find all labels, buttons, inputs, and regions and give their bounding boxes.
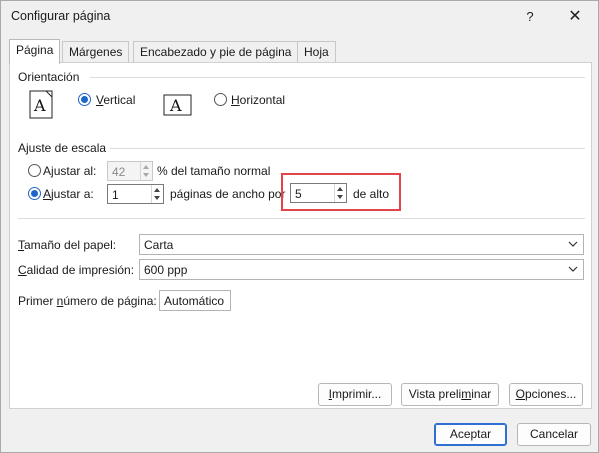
- adjust-to-suffix-label: % del tamaño normal: [157, 164, 271, 178]
- help-button[interactable]: ?: [516, 5, 544, 29]
- orientation-vertical-radio[interactable]: [78, 93, 91, 106]
- cancel-button[interactable]: Cancelar: [517, 423, 591, 446]
- first-page-number-value[interactable]: Automático: [164, 294, 224, 308]
- tab-panel: Orientación A Vertical A Horizontal Ajus…: [9, 62, 592, 409]
- pages-tall-label: de alto: [353, 187, 390, 201]
- print-quality-select[interactable]: 600 ppp: [139, 259, 584, 280]
- adjust-to-percent-value[interactable]: 42: [112, 165, 125, 179]
- title-bar: Configurar página ? ✕: [1, 1, 598, 33]
- scaling-group-label: Ajuste de escala: [18, 141, 107, 155]
- orientation-divider: [90, 77, 585, 78]
- dialog-title: Configurar página: [11, 9, 111, 23]
- pages-tall-value[interactable]: 5: [295, 187, 302, 201]
- close-button[interactable]: ✕: [561, 5, 589, 29]
- pages-wide-spin-arrows[interactable]: [151, 185, 163, 203]
- pages-wide-spinner[interactable]: 1: [107, 184, 164, 204]
- pages-wide-label: páginas de ancho por: [170, 187, 286, 201]
- tab-pagina[interactable]: Página: [9, 39, 61, 64]
- orientation-vertical-label[interactable]: Vertical: [96, 93, 135, 107]
- paper-size-label: Tamaño del papel:: [18, 238, 117, 252]
- orientation-horizontal-label[interactable]: Horizontal: [231, 93, 285, 107]
- pages-wide-value[interactable]: 1: [112, 188, 119, 202]
- print-preview-button[interactable]: Vista preliminar: [401, 383, 499, 406]
- print-quality-value[interactable]: 600 ppp: [144, 263, 187, 277]
- orientation-group-label: Orientación: [18, 70, 80, 84]
- tab-margenes[interactable]: Márgenes: [62, 41, 130, 63]
- scaling-divider: [110, 148, 585, 149]
- spin-down-icon[interactable]: [154, 196, 160, 200]
- tab-encabezado[interactable]: Encabezado y pie de página: [133, 41, 299, 63]
- tab-hoja[interactable]: Hoja: [297, 41, 336, 63]
- first-page-number-label: Primer número de página:: [18, 294, 157, 308]
- orientation-horizontal-radio[interactable]: [214, 93, 227, 106]
- chevron-down-icon[interactable]: [567, 238, 579, 250]
- pages-tall-spin-arrows[interactable]: [334, 184, 346, 202]
- spin-down-icon[interactable]: [143, 173, 149, 177]
- adjust-to-radio[interactable]: [28, 164, 41, 177]
- section-divider: [18, 218, 585, 219]
- fit-to-radio[interactable]: [28, 187, 41, 200]
- paper-size-value[interactable]: Carta: [144, 238, 173, 252]
- page-setup-dialog: Configurar página ? ✕ Página Márgenes En…: [0, 0, 599, 453]
- spin-up-icon[interactable]: [154, 188, 160, 192]
- adjust-to-percent-spinner[interactable]: 42: [107, 161, 153, 181]
- spin-up-icon[interactable]: [337, 187, 343, 191]
- svg-text:A: A: [33, 96, 46, 115]
- paper-size-select[interactable]: Carta: [139, 234, 584, 255]
- print-button[interactable]: Imprimir...: [318, 383, 392, 406]
- chevron-down-icon[interactable]: [567, 263, 579, 275]
- fit-to-label[interactable]: Ajustar a:: [43, 187, 94, 201]
- landscape-page-icon: A: [163, 94, 192, 116]
- spin-down-icon[interactable]: [337, 195, 343, 199]
- pages-tall-spinner[interactable]: 5: [290, 183, 347, 203]
- spin-up-icon[interactable]: [143, 165, 149, 169]
- first-page-number-input[interactable]: Automático: [159, 290, 231, 311]
- portrait-page-icon: A: [29, 90, 53, 119]
- print-quality-label: Calidad de impresión:: [18, 263, 135, 277]
- svg-text:A: A: [169, 96, 182, 115]
- adjust-to-spin-arrows[interactable]: [140, 162, 152, 180]
- options-button[interactable]: Opciones...: [509, 383, 583, 406]
- accept-button[interactable]: Aceptar: [434, 423, 507, 446]
- adjust-to-label[interactable]: Ajustar al:: [43, 164, 96, 178]
